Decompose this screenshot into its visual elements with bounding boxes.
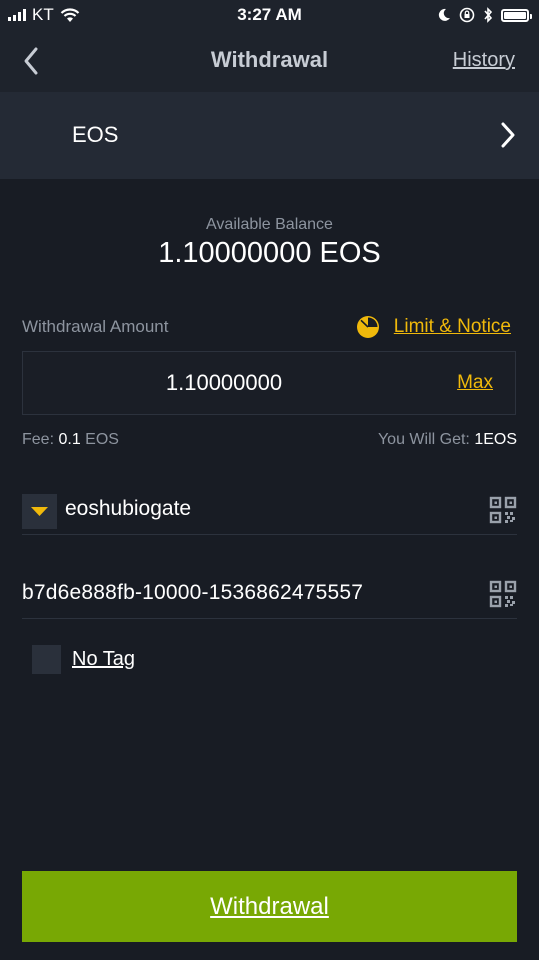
fee-info: Fee: 0.1 EOS <box>22 431 119 449</box>
fee-label: Fee: <box>22 431 59 448</box>
moon-icon <box>438 8 450 21</box>
receive-info: You Will Get: 1EOS <box>378 431 517 449</box>
signal-icon <box>8 9 26 21</box>
bluetooth-icon <box>484 7 493 23</box>
status-left: KT <box>0 5 80 25</box>
max-button[interactable]: Max <box>457 372 493 394</box>
amount-input[interactable] <box>23 352 515 414</box>
balance-value: 1.10000000 EOS <box>158 237 381 269</box>
rotation-lock-icon <box>459 7 475 23</box>
triangle-down-icon <box>31 507 48 516</box>
receive-value: 1EOS <box>474 431 517 448</box>
withdrawal-submit-button[interactable]: Withdrawal <box>22 871 517 942</box>
memo-input[interactable]: b7d6e888fb-10000-1536862475557 <box>22 581 363 605</box>
chevron-right-icon <box>501 122 515 148</box>
status-right <box>437 7 539 23</box>
receive-label: You Will Get: <box>377 431 475 448</box>
pie-chart-icon <box>356 316 379 338</box>
limit-notice-label: Limit & Notice <box>393 316 511 337</box>
address-dropdown-button[interactable] <box>22 494 57 529</box>
balance-label: Available Balance <box>206 216 333 233</box>
amount-field: Max <box>22 351 516 415</box>
memo-row: b7d6e888fb-10000-1536862475557 <box>22 576 517 619</box>
limit-notice-link[interactable]: Limit & Notice <box>356 315 511 339</box>
wifi-icon <box>60 7 80 22</box>
nav-bar: Withdrawal History <box>0 30 539 92</box>
history-link[interactable]: History <box>453 49 515 72</box>
fee-value: 0.1 <box>58 431 81 448</box>
qr-code-icon[interactable] <box>489 580 517 608</box>
coin-selector[interactable]: EOS <box>0 92 539 179</box>
battery-icon <box>501 8 532 22</box>
coin-name: EOS <box>72 122 119 147</box>
qr-code-icon[interactable] <box>489 496 517 524</box>
no-tag-checkbox[interactable] <box>32 645 61 674</box>
fee-unit: EOS <box>80 431 119 448</box>
amount-label: Withdrawal Amount <box>22 317 169 336</box>
status-bar: KT 3:27 AM <box>0 0 539 30</box>
address-input[interactable]: eoshubiogate <box>65 497 191 521</box>
carrier-label: KT <box>32 5 54 24</box>
address-row: eoshubiogate <box>22 492 517 535</box>
no-tag-label[interactable]: No Tag <box>72 648 135 671</box>
